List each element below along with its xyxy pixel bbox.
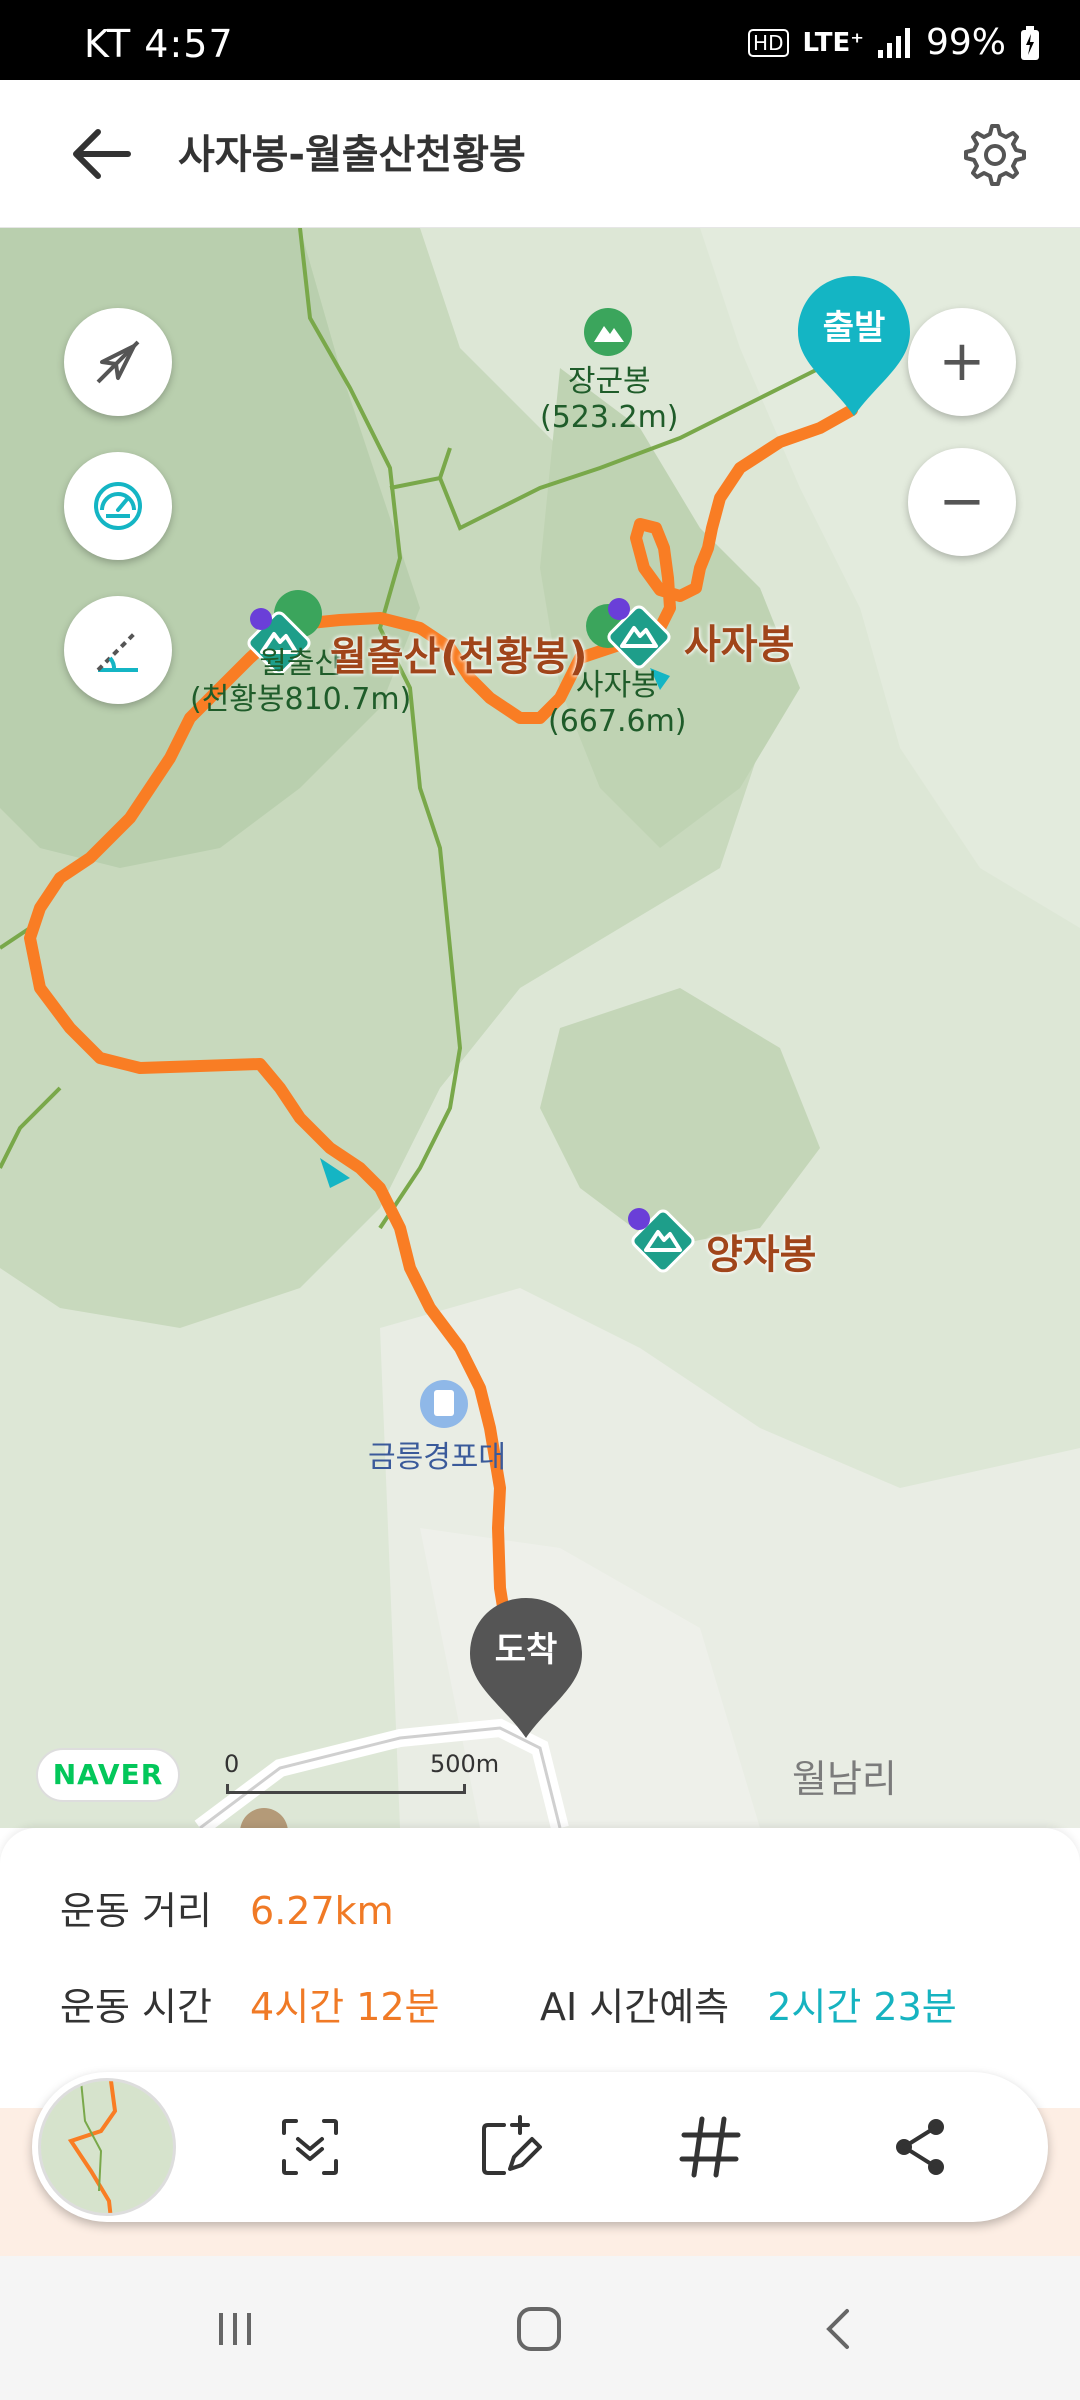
nav-back-button[interactable]: [804, 2294, 874, 2364]
write-post-button[interactable]: [472, 2109, 548, 2185]
summit-badge-icon: [608, 598, 630, 620]
map-thumbnail[interactable]: [38, 2078, 176, 2216]
place-height: (667.6m): [548, 704, 687, 739]
place-name: 장군봉: [567, 364, 651, 399]
battery-label: 99%: [925, 22, 1006, 63]
place-height: (천황봉810.7m): [190, 682, 412, 717]
status-right: HD LTE⁺ 99%: [748, 22, 1040, 63]
map-thumbnail-image: [41, 2081, 173, 2213]
time-label: 4:57: [144, 22, 234, 66]
place-geumneung: 금릉경포대: [368, 1440, 506, 1475]
ai-value: 2시간 23분: [767, 1985, 957, 2029]
network-label: LTE⁺: [802, 27, 864, 58]
time-label: 운동 시간: [60, 1985, 212, 2029]
ai-label: AI 시간예측: [540, 1985, 730, 2029]
time-row: 운동 시간 4시간 12분: [60, 1976, 440, 2031]
hashtag-button[interactable]: [672, 2109, 748, 2185]
minus-icon: −: [938, 469, 986, 534]
zoom-out-button[interactable]: −: [908, 448, 1016, 556]
naver-logo: NAVER: [36, 1748, 180, 1802]
map-background: [0, 228, 1080, 1828]
recent-apps-button[interactable]: [200, 2294, 270, 2364]
start-pin[interactable]: 출발: [792, 272, 916, 422]
home-icon: [517, 2307, 561, 2351]
speedometer-button[interactable]: [64, 452, 172, 560]
place-janggunbong: 장군봉 (523.2m): [540, 364, 679, 436]
start-label: 출발: [822, 308, 886, 348]
signal-icon: [877, 27, 910, 58]
system-nav-bar: [0, 2256, 1080, 2400]
arrow-left-icon: [73, 129, 131, 179]
compass-off-icon: [96, 340, 140, 384]
route-point-yangjabong[interactable]: 양자봉: [706, 1222, 816, 1280]
home-button[interactable]: [504, 2294, 574, 2364]
scale-end: 500m: [430, 1750, 500, 1778]
end-label: 도착: [494, 1630, 558, 1670]
route-point-sajabong[interactable]: 사자봉: [684, 612, 794, 670]
settings-button[interactable]: [956, 118, 1028, 190]
slope-button[interactable]: [64, 596, 172, 704]
scale-bar: [226, 1784, 466, 1794]
scale-start: 0: [224, 1750, 240, 1778]
carrier-label: KT: [84, 22, 132, 66]
zoom-in-button[interactable]: +: [908, 308, 1016, 416]
edit-post-icon: [482, 2115, 542, 2175]
share-icon: [896, 2119, 944, 2175]
chevron-left-icon: [826, 2309, 849, 2349]
end-pin[interactable]: 도착: [464, 1594, 588, 1744]
page-title: 사자봉-월출산천황봉: [178, 132, 526, 178]
village-label: 월남리: [792, 1757, 897, 1801]
app-bar: 사자봉-월출산천황봉: [0, 80, 1080, 228]
speedometer-icon: [94, 482, 142, 530]
summit-badge-icon: [250, 608, 272, 630]
hd-badge: HD: [748, 28, 789, 57]
action-toolbar: [32, 2072, 1048, 2222]
battery-icon: [1021, 25, 1039, 60]
map-view[interactable]: 장군봉 (523.2m) 월출산 (천황봉810.7m) 사자봉 (667.6m…: [0, 228, 1080, 1828]
status-left: KT 4:57: [84, 22, 234, 66]
route-point-wolchulsan[interactable]: 월출산(천황봉): [330, 624, 587, 682]
stats-panel: 운동 거리 6.27km 운동 시간 4시간 12분 AI 시간예측 2시간 2…: [0, 1828, 1080, 2108]
slope-icon: [96, 630, 138, 672]
plus-icon: +: [938, 329, 986, 394]
compass-off-button[interactable]: [64, 308, 172, 416]
scan-button[interactable]: [272, 2109, 348, 2185]
summit-badge-icon: [628, 1208, 650, 1230]
map-scale: 0 500m: [224, 1750, 504, 1810]
hashtag-icon: [679, 2116, 741, 2178]
distance-value: 6.27km: [250, 1889, 394, 1933]
recent-apps-icon: [219, 2313, 251, 2345]
share-button[interactable]: [882, 2109, 958, 2185]
back-button[interactable]: [64, 122, 136, 186]
scan-icon: [282, 2119, 338, 2175]
distance-label: 운동 거리: [60, 1889, 212, 1933]
gear-icon: [964, 124, 1026, 186]
place-height: (523.2m): [540, 400, 679, 435]
ai-row: AI 시간예측 2시간 23분: [540, 1976, 957, 2031]
status-bar: KT 4:57 HD LTE⁺ 99%: [0, 0, 1080, 80]
time-value: 4시간 12분: [250, 1985, 440, 2029]
distance-row: 운동 거리 6.27km: [60, 1880, 394, 1935]
